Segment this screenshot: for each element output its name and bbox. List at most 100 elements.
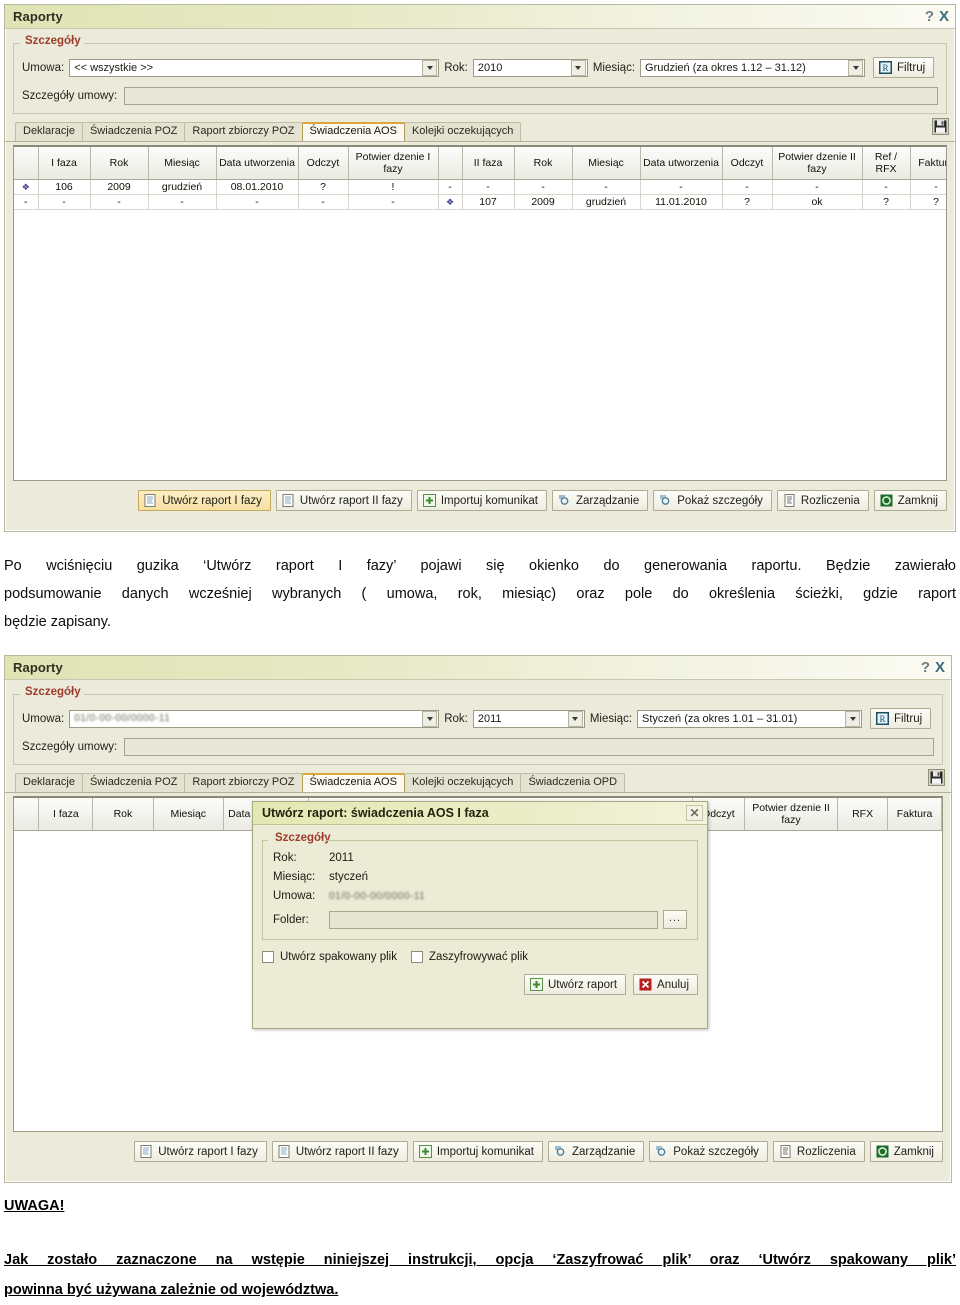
settlements-button[interactable]: Rozliczenia: [776, 490, 869, 511]
col-rok-2[interactable]: Rok: [514, 147, 573, 180]
browse-folder-button[interactable]: ...: [663, 910, 687, 929]
col-miesiac-1[interactable]: Miesiąc: [148, 147, 217, 180]
dialog-create-report-button[interactable]: Utwórz raport: [524, 974, 627, 995]
settlements-button[interactable]: Rozliczenia: [772, 1141, 865, 1162]
chevron-down-icon[interactable]: [567, 710, 583, 727]
chevron-down-icon[interactable]: [422, 59, 438, 76]
tab-raport-zbiorczy-poz[interactable]: Raport zbiorczy POZ: [184, 122, 303, 141]
create-report-phase2-button[interactable]: Utwórz raport II fazy: [275, 490, 412, 511]
szczegoly-umowy-input[interactable]: [124, 738, 934, 756]
chevron-down-icon[interactable]: [570, 59, 586, 76]
umowa-combo[interactable]: << wszystkie >>: [69, 58, 440, 77]
dialog-folder-input[interactable]: [329, 910, 658, 929]
encrypt-file-checkbox[interactable]: [410, 951, 423, 963]
col-faktura[interactable]: Faktura: [887, 798, 942, 831]
tab-kolejki-oczekujacych[interactable]: Kolejki oczekujących: [403, 122, 522, 141]
tab-swiadczenia-poz[interactable]: Świadczenia POZ: [81, 122, 186, 141]
save-button[interactable]: [928, 769, 945, 792]
rok-combo[interactable]: 2010: [472, 58, 588, 77]
dialog-cancel-button[interactable]: Anuluj: [633, 974, 698, 995]
col-data-utworzenia-1[interactable]: Data utworzenia: [216, 147, 299, 180]
filter-button[interactable]: R Filtruj: [873, 57, 935, 78]
col-rok-1[interactable]: Rok: [90, 147, 149, 180]
cell-icon[interactable]: ❖: [14, 179, 39, 195]
col-data-utworzenia-2[interactable]: Data utworzenia: [640, 147, 723, 180]
tab-swiadczenia-poz[interactable]: Świadczenia POZ: [81, 773, 186, 792]
show-details-button[interactable]: Pokaż szczegóły: [653, 490, 772, 511]
cell-icon[interactable]: ❖: [438, 194, 463, 210]
save-button[interactable]: [932, 118, 949, 141]
reports-table[interactable]: I faza Rok Miesiąc Data utworzenia Odczy…: [13, 145, 947, 481]
col-odczyt-1[interactable]: Odczyt: [298, 147, 349, 180]
table-cell: ok: [772, 194, 863, 210]
close-button[interactable]: X: [939, 9, 949, 24]
btn-label: Utwórz raport I fazy: [162, 494, 262, 507]
help-button[interactable]: ?: [921, 660, 930, 675]
tab-deklaracje[interactable]: Deklaracje: [15, 773, 83, 792]
filter-button-label: Filtruj: [897, 61, 926, 74]
close-window-button[interactable]: Zamknij: [873, 490, 947, 511]
btn-label: Importuj komunikat: [440, 494, 538, 507]
miesiac-combo[interactable]: Grudzień (za okres 1.12 – 31.12): [640, 58, 866, 77]
chevron-down-icon[interactable]: [848, 59, 864, 76]
help-button[interactable]: ?: [925, 9, 934, 24]
import-message-button[interactable]: Importuj komunikat: [412, 1141, 543, 1162]
miesiac-label: Miesiąc:: [589, 712, 633, 725]
management-button[interactable]: Zarządzanie: [551, 490, 649, 511]
col-faktura[interactable]: Faktura: [910, 147, 946, 180]
create-zip-checkbox[interactable]: [262, 951, 274, 963]
col-select-2[interactable]: [438, 147, 463, 180]
chevron-down-icon[interactable]: [845, 710, 861, 727]
management-button[interactable]: Zarządzanie: [547, 1141, 645, 1162]
rok-combo[interactable]: 2011: [472, 709, 585, 728]
col-odczyt-2[interactable]: Odczyt: [722, 147, 773, 180]
col-potwierdzenie-i-fazy[interactable]: Potwier dzenie I fazy: [348, 147, 439, 180]
col-miesiac[interactable]: Miesiąc: [153, 798, 225, 831]
col-rok[interactable]: Rok: [92, 798, 154, 831]
note-text: Jak zostało zaznaczone na wstępie niniej…: [4, 1245, 956, 1305]
tab-swiadczenia-opd[interactable]: Świadczenia OPD: [520, 773, 626, 792]
dialog-row-folder: Folder: ...: [273, 910, 687, 929]
cancel-icon: [639, 978, 652, 991]
show-details-button[interactable]: Pokaż szczegóły: [649, 1141, 768, 1162]
miesiac-combo[interactable]: Styczeń (za okres 1.01 – 31.01): [637, 709, 863, 728]
tab-swiadczenia-aos[interactable]: Świadczenia AOS: [301, 773, 405, 792]
table-cell: 08.01.2010: [216, 179, 299, 195]
chevron-down-icon[interactable]: [422, 710, 438, 727]
table-row: - - - - - - - ❖ 107 2009 grudzień 11.01.…: [14, 194, 946, 210]
btn-label: Anuluj: [657, 978, 689, 991]
tab-raport-zbiorczy-poz[interactable]: Raport zbiorczy POZ: [184, 773, 303, 792]
col-potwierdzenie-ii-fazy[interactable]: Potwier dzenie II fazy: [744, 798, 839, 831]
table-cell: -: [38, 194, 91, 210]
table-cell: -: [514, 179, 573, 195]
create-report-phase1-button[interactable]: Utwórz raport I fazy: [134, 1141, 267, 1162]
col-ref-rfx[interactable]: Ref / RFX: [862, 147, 911, 180]
filter-button[interactable]: R Filtruj: [870, 708, 932, 729]
col-select[interactable]: [14, 798, 40, 831]
close-circle-icon: [880, 494, 893, 507]
umowa-combo[interactable]: 01/0-00-00/0000-11: [69, 709, 440, 728]
import-message-button[interactable]: Importuj komunikat: [416, 490, 547, 511]
col-select[interactable]: [14, 147, 39, 180]
dialog-row-miesiac: Miesiąc: styczeń: [273, 871, 687, 883]
miesiac-value: Styczeń (za okres 1.01 – 31.01): [642, 712, 798, 725]
tab-kolejki-oczekujacych[interactable]: Kolejki oczekujących: [403, 773, 522, 792]
tab-deklaracje[interactable]: Deklaracje: [15, 122, 83, 141]
szczegoly-umowy-input[interactable]: [124, 87, 938, 105]
col-i-faza[interactable]: I faza: [38, 798, 94, 831]
create-report-phase1-button[interactable]: Utwórz raport I fazy: [138, 490, 271, 511]
col-potwierdzenie-ii-fazy[interactable]: Potwier dzenie II fazy: [772, 147, 863, 180]
close-window-button[interactable]: Zamknij: [869, 1141, 943, 1162]
create-report-phase2-button[interactable]: Utwórz raport II fazy: [271, 1141, 408, 1162]
close-button[interactable]: X: [935, 660, 945, 675]
btn-label: Rozliczenia: [800, 494, 860, 507]
tab-swiadczenia-aos[interactable]: Świadczenia AOS: [301, 122, 405, 141]
col-i-faza[interactable]: I faza: [38, 147, 91, 180]
create-report-dialog: Utwórz raport: świadczenia AOS I faza ✕ …: [252, 801, 708, 1029]
col-rfx[interactable]: RFX: [837, 798, 888, 831]
col-ii-faza[interactable]: II faza: [462, 147, 515, 180]
table-cell: -: [298, 194, 349, 210]
table-cell: -: [640, 179, 723, 195]
dialog-close-button[interactable]: ✕: [686, 805, 703, 821]
col-miesiac-2[interactable]: Miesiąc: [572, 147, 641, 180]
